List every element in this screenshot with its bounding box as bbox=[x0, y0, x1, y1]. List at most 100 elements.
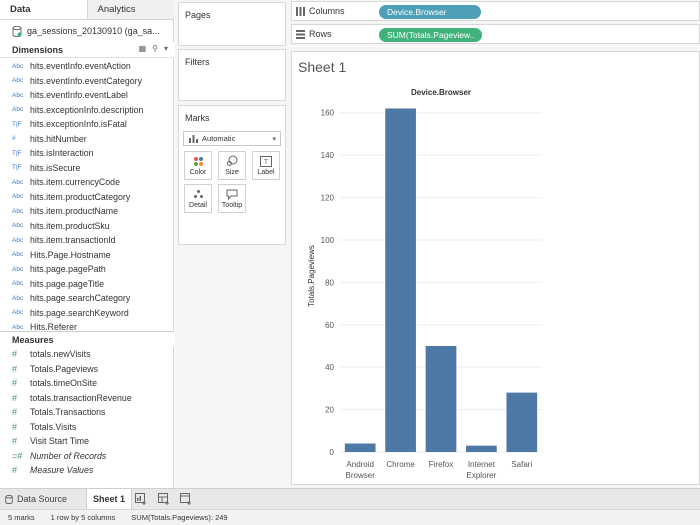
field-label: hits.item.productSku bbox=[30, 220, 110, 231]
pages-card[interactable]: Pages bbox=[178, 2, 286, 46]
new-dashboard-icon[interactable] bbox=[158, 493, 170, 505]
measure-field[interactable]: # Totals.Transactions bbox=[0, 405, 174, 420]
x-tick-label: Firefox bbox=[429, 460, 453, 469]
measure-field[interactable]: # Measure Values bbox=[0, 463, 174, 478]
tooltip-label: Tooltip bbox=[221, 202, 243, 209]
measure-field[interactable]: # Totals.Visits bbox=[0, 420, 174, 435]
field-type-icon: Abc bbox=[12, 207, 24, 215]
datasource-item[interactable]: ga_sessions_20130910 (ga_sa... bbox=[0, 20, 174, 42]
field-type-icon: Abc bbox=[12, 280, 24, 288]
mark-type-value: Automatic bbox=[202, 134, 236, 143]
field-label: Hits.Page.Hostname bbox=[30, 249, 111, 260]
dimension-field[interactable]: Abc hits.page.searchKeyword bbox=[0, 306, 174, 321]
x-tick-label: Safari bbox=[511, 460, 532, 469]
field-type-icon: T|F bbox=[12, 120, 22, 128]
field-label: hits.item.transactionId bbox=[30, 235, 116, 246]
measures-header: Measures bbox=[0, 331, 174, 347]
rows-shelf[interactable]: Rows SUM(Totals.Pageview.. bbox=[291, 24, 700, 44]
data-pane: Data Analytics ga_sessions_20130910 (ga_… bbox=[0, 0, 174, 488]
bar[interactable] bbox=[344, 443, 376, 452]
dimension-field[interactable]: T|F hits.isSecure bbox=[0, 161, 174, 176]
new-worksheet-icon[interactable] bbox=[135, 493, 147, 505]
dimension-field[interactable]: Abc hits.item.productCategory bbox=[0, 190, 174, 205]
columns-shelf[interactable]: Columns Device.Browser bbox=[291, 1, 700, 21]
x-tick-label: Internet bbox=[468, 460, 496, 469]
bar[interactable] bbox=[425, 345, 457, 452]
dimension-field[interactable]: Abc hits.item.productSku bbox=[0, 219, 174, 234]
dimension-field[interactable]: Abc hits.eventInfo.eventCategory bbox=[0, 74, 174, 89]
dimension-field[interactable]: Abc hits.eventInfo.eventAction bbox=[0, 59, 174, 74]
database-icon bbox=[12, 25, 22, 37]
dimension-field[interactable]: T|F hits.exceptionInfo.isFatal bbox=[0, 117, 174, 132]
bar[interactable] bbox=[385, 108, 416, 452]
dimension-field[interactable]: Abc hits.page.pageTitle bbox=[0, 277, 174, 292]
bar[interactable] bbox=[466, 445, 497, 452]
device-browser-pill[interactable]: Device.Browser bbox=[379, 5, 481, 19]
tab-data[interactable]: Data bbox=[0, 0, 88, 19]
sum-pageviews-pill[interactable]: SUM(Totals.Pageview.. bbox=[379, 28, 482, 42]
measure-field[interactable]: # Visit Start Time bbox=[0, 434, 174, 449]
dimension-field[interactable]: T|F hits.isInteraction bbox=[0, 146, 174, 161]
view-grid-icon[interactable]: ▦ bbox=[139, 44, 147, 53]
field-type-icon: Abc bbox=[12, 265, 24, 273]
new-story-icon[interactable] bbox=[180, 493, 192, 505]
y-tick-label: 40 bbox=[325, 363, 334, 372]
size-button[interactable]: Size bbox=[218, 151, 246, 180]
dimension-field[interactable]: Abc hits.page.searchCategory bbox=[0, 291, 174, 306]
tab-analytics[interactable]: Analytics bbox=[87, 0, 174, 19]
field-label: hits.page.searchKeyword bbox=[30, 307, 129, 318]
pages-title: Pages bbox=[185, 10, 211, 20]
y-tick-label: 0 bbox=[330, 448, 335, 457]
data-source-tab[interactable]: Data Source bbox=[5, 489, 67, 509]
color-icon bbox=[193, 157, 203, 166]
field-label: hits.item.currencyCode bbox=[30, 177, 120, 188]
bar[interactable] bbox=[506, 392, 538, 452]
field-type-icon: # bbox=[12, 378, 18, 389]
dimension-field[interactable]: Abc hits.page.pagePath bbox=[0, 262, 174, 277]
field-type-icon: # bbox=[12, 421, 18, 432]
field-type-icon: Abc bbox=[12, 178, 24, 186]
detail-button[interactable]: Detail bbox=[184, 184, 212, 213]
field-type-icon: # bbox=[12, 363, 18, 374]
mark-type-select[interactable]: Automatic ▾ bbox=[183, 131, 281, 146]
y-tick-label: 100 bbox=[321, 236, 335, 245]
field-label: hits.exceptionInfo.description bbox=[30, 104, 144, 115]
y-tick-label: 120 bbox=[321, 194, 335, 203]
field-label: hits.hitNumber bbox=[30, 133, 87, 144]
detail-icon bbox=[193, 190, 203, 198]
color-button[interactable]: Color bbox=[184, 151, 212, 180]
field-label: hits.isInteraction bbox=[30, 148, 94, 159]
dimension-field[interactable]: Abc hits.exceptionInfo.description bbox=[0, 103, 174, 118]
rows-icon bbox=[296, 29, 305, 39]
field-type-icon: Abc bbox=[12, 106, 24, 114]
field-label: totals.timeOnSite bbox=[30, 378, 97, 389]
field-label: hits.page.pageTitle bbox=[30, 278, 105, 289]
dimension-field[interactable]: Abc Hits.Page.Hostname bbox=[0, 248, 174, 263]
marks-card: Marks Automatic ▾ Color Size T Label Det… bbox=[178, 105, 286, 245]
measure-field[interactable]: # totals.timeOnSite bbox=[0, 376, 174, 391]
field-label: Totals.Visits bbox=[30, 421, 77, 432]
dimensions-header: Dimensions ▦ ⚲ ▾ bbox=[0, 42, 174, 58]
x-tick-label: Explorer bbox=[467, 471, 497, 480]
filters-card[interactable]: Filters bbox=[178, 49, 286, 101]
dimension-field[interactable]: Abc Hits.Referer bbox=[0, 320, 174, 331]
measure-field[interactable]: =# Number of Records bbox=[0, 449, 174, 464]
field-type-icon: Abc bbox=[12, 323, 24, 331]
svg-text:T: T bbox=[264, 159, 269, 166]
dimension-field[interactable]: Abc hits.eventInfo.eventLabel bbox=[0, 88, 174, 103]
columns-label: Columns bbox=[309, 6, 345, 16]
x-tick-label: Chrome bbox=[386, 460, 415, 469]
measure-field[interactable]: # totals.transactionRevenue bbox=[0, 391, 174, 406]
measure-field[interactable]: # totals.newVisits bbox=[0, 347, 174, 362]
dimension-field[interactable]: # hits.hitNumber bbox=[0, 132, 174, 147]
dimension-field[interactable]: Abc hits.item.currencyCode bbox=[0, 175, 174, 190]
measure-field[interactable]: # Totals.Pageviews bbox=[0, 362, 174, 377]
tooltip-button[interactable]: Tooltip bbox=[218, 184, 246, 213]
chevron-down-icon[interactable]: ▾ bbox=[164, 44, 168, 53]
field-label: totals.newVisits bbox=[30, 349, 91, 360]
dimension-field[interactable]: Abc hits.item.productName bbox=[0, 204, 174, 219]
search-icon[interactable]: ⚲ bbox=[152, 44, 158, 53]
sheet1-tab[interactable]: Sheet 1 bbox=[86, 489, 133, 509]
label-button[interactable]: T Label bbox=[252, 151, 280, 180]
dimension-field[interactable]: Abc hits.item.transactionId bbox=[0, 233, 174, 248]
